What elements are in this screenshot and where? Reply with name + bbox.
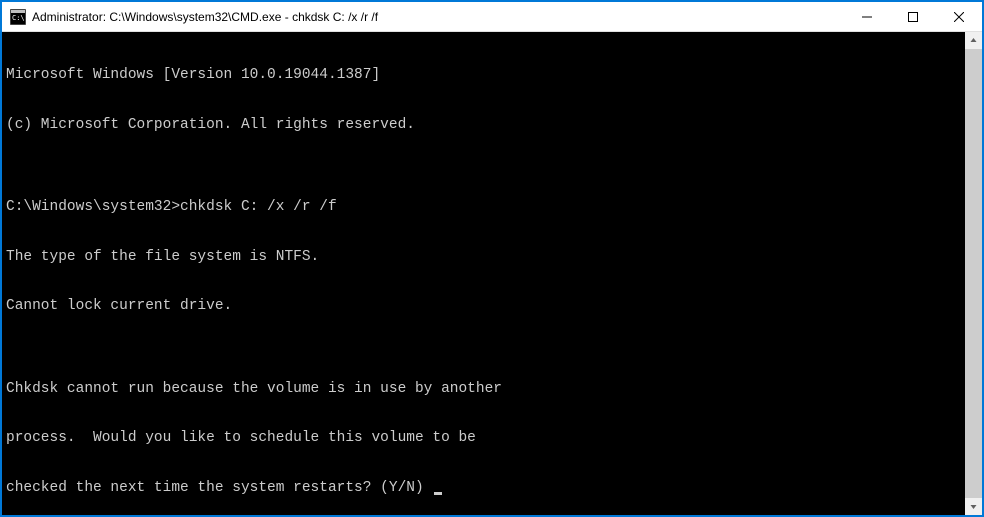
terminal-output: process. Would you like to schedule this… — [6, 430, 961, 447]
terminal-output: Chkdsk cannot run because the volume is … — [6, 381, 961, 398]
window-controls — [844, 2, 982, 31]
scrollbar-track[interactable] — [965, 49, 982, 498]
titlebar[interactable]: C:\ Administrator: C:\Windows\system32\C… — [2, 2, 982, 32]
cmd-icon: C:\ — [10, 9, 26, 25]
maximize-button[interactable] — [890, 2, 936, 31]
vertical-scrollbar[interactable] — [965, 32, 982, 515]
svg-text:C:\: C:\ — [12, 14, 25, 22]
terminal-prompt-line: C:\Windows\system32>chkdsk C: /x /r /f — [6, 199, 961, 216]
terminal-output: checked the next time the system restart… — [6, 480, 961, 497]
terminal-container: Microsoft Windows [Version 10.0.19044.13… — [2, 32, 982, 515]
close-button[interactable] — [936, 2, 982, 31]
terminal-output: Cannot lock current drive. — [6, 298, 961, 315]
terminal-output: Microsoft Windows [Version 10.0.19044.13… — [6, 67, 961, 84]
window-title: Administrator: C:\Windows\system32\CMD.e… — [32, 10, 844, 24]
terminal[interactable]: Microsoft Windows [Version 10.0.19044.13… — [2, 32, 965, 515]
cmd-window: C:\ Administrator: C:\Windows\system32\C… — [1, 1, 983, 516]
terminal-output: The type of the file system is NTFS. — [6, 249, 961, 266]
terminal-output: (c) Microsoft Corporation. All rights re… — [6, 117, 961, 134]
scroll-down-button[interactable] — [965, 498, 982, 515]
scrollbar-thumb[interactable] — [965, 49, 982, 498]
terminal-prompt-text: checked the next time the system restart… — [6, 480, 432, 496]
minimize-button[interactable] — [844, 2, 890, 31]
scroll-up-button[interactable] — [965, 32, 982, 49]
cursor — [434, 492, 442, 495]
